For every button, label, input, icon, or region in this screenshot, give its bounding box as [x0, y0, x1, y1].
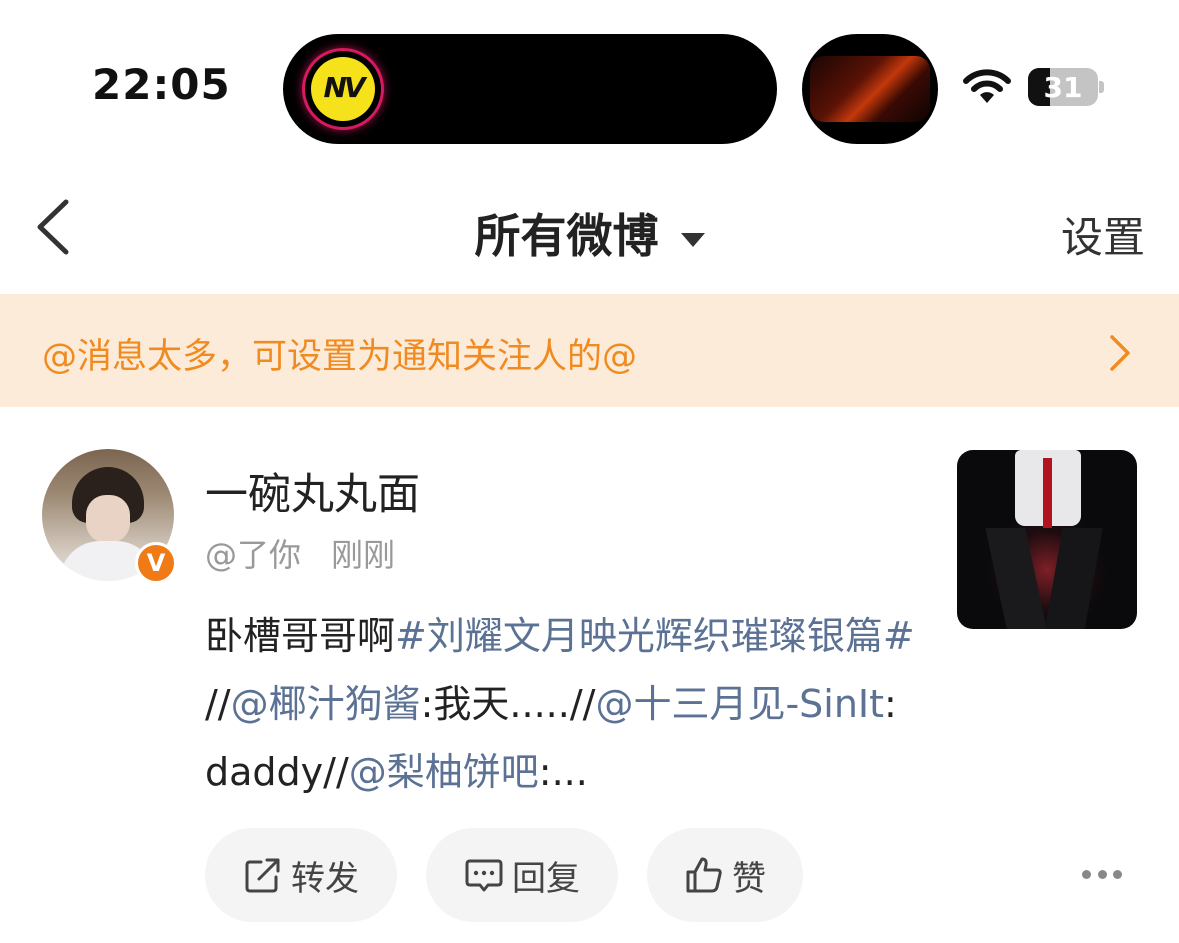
post-meta: @了你 刚刚: [205, 530, 395, 576]
mention-link[interactable]: @十三月见-SinIt: [595, 682, 884, 726]
banner-text: @消息太多，可设置为通知关注人的@: [42, 337, 638, 377]
post-text-segment: //: [205, 682, 231, 726]
username[interactable]: 一碗丸丸面: [205, 460, 420, 522]
post-text-segment: 卧槽哥哥啊: [205, 614, 396, 658]
settings-button[interactable]: 设置: [1061, 204, 1145, 265]
page-title: 所有微博: [474, 209, 659, 263]
post-time: 刚刚: [331, 536, 396, 574]
reply-label: 回复: [512, 858, 580, 899]
notification-banner[interactable]: @消息太多，可设置为通知关注人的@: [0, 294, 1179, 407]
mention-handle: @了你: [205, 536, 302, 574]
wifi-icon: [963, 69, 1011, 103]
post-thumbnail-image[interactable]: [957, 450, 1137, 629]
chevron-right-icon[interactable]: [1106, 333, 1134, 373]
forward-button[interactable]: 转发: [205, 828, 397, 922]
battery-indicator: 31: [1028, 68, 1098, 106]
reply-button[interactable]: 回复: [426, 828, 618, 922]
forward-label: 转发: [291, 858, 359, 899]
dynamic-island[interactable]: NV: [283, 34, 777, 144]
feed-filter-dropdown[interactable]: 所有微博: [0, 200, 1179, 266]
post-content[interactable]: 卧槽哥哥啊#刘耀文月映光辉织璀璨银篇# //@椰汁狗酱:我天.....//@十三…: [205, 602, 915, 806]
battery-level: 31: [1043, 71, 1083, 104]
now-playing-island[interactable]: [802, 34, 938, 144]
post-text-segment: :我天.....//: [420, 682, 596, 726]
mention-link[interactable]: @椰汁狗酱: [231, 682, 421, 726]
media-thumbnail: [810, 56, 930, 122]
comment-icon: [465, 859, 503, 892]
share-icon: [245, 858, 280, 893]
like-label: 赞: [732, 858, 766, 899]
live-activity-app-icon[interactable]: NV: [305, 51, 381, 127]
battery-cap: [1099, 81, 1104, 93]
status-time: 22:05: [92, 60, 231, 109]
caret-down-icon: [680, 232, 705, 247]
like-button[interactable]: 赞: [647, 828, 803, 922]
post-text-segment: :...: [538, 750, 588, 794]
hashtag-link[interactable]: #刘耀文月映光辉织璀璨银篇#: [395, 614, 915, 658]
app-icon-label: NV: [323, 71, 365, 104]
more-icon[interactable]: [1082, 866, 1122, 882]
verified-badge: V: [135, 542, 177, 584]
thumbs-up-icon: [686, 857, 722, 893]
mention-link[interactable]: @梨柚饼吧: [349, 750, 539, 794]
